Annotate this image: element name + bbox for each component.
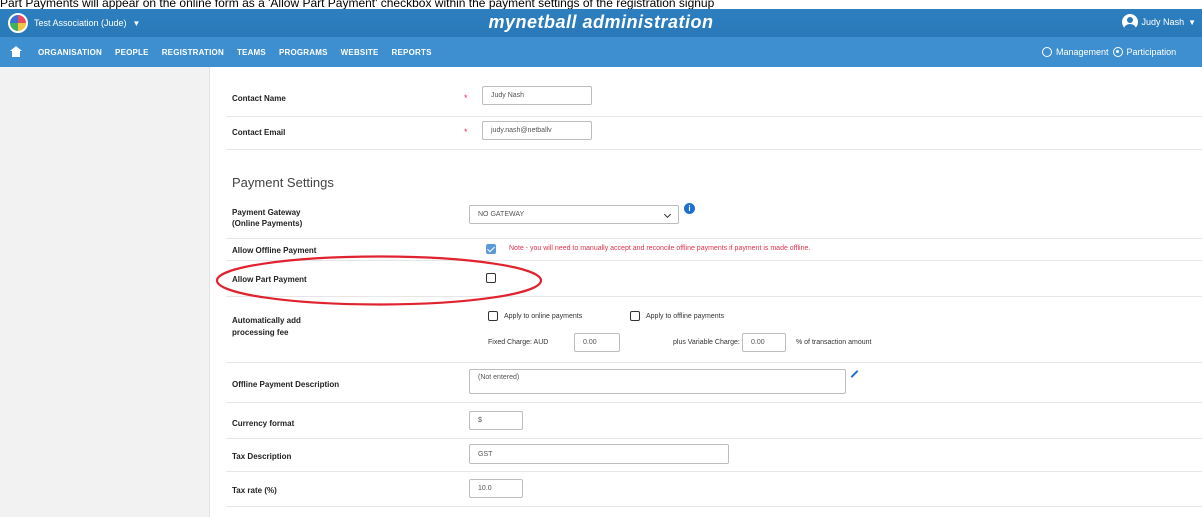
contact-name-label: Contact Name [232, 94, 286, 103]
variable-charge-label: plus Variable Charge: [673, 339, 740, 346]
registration-settings-form: Contact Name * Judy Nash Contact Email *… [216, 67, 1202, 517]
user-avatar-icon [1121, 14, 1138, 30]
allow-part-payment-row: Allow Part Payment [226, 261, 1202, 297]
tax-rate-input[interactable]: 10.0 [469, 479, 523, 498]
contact-name-row: Contact Name * Judy Nash [226, 85, 1202, 117]
tax-rate-row: Tax rate (%) 10.0 [226, 472, 1202, 507]
allow-offline-payment-label: Allow Offline Payment [232, 246, 317, 255]
pencil-icon[interactable] [850, 370, 859, 378]
nav-registration[interactable]: REGISTRATION [162, 48, 224, 57]
participation-label: Participation [1126, 47, 1177, 57]
allow-part-payment-checkbox[interactable] [486, 273, 496, 283]
left-sidebar [0, 67, 210, 517]
apply-offline-checkbox[interactable] [630, 311, 640, 321]
user-name: Judy Nash [1141, 17, 1185, 27]
app-title: mynetball administration [488, 12, 714, 32]
currency-format-row: Currency format $ [226, 403, 1202, 439]
offline-description-row: Offline Payment Description (Not entered… [226, 363, 1202, 403]
currency-format-label: Currency format [232, 419, 295, 428]
processing-fee-label: Automatically add [232, 316, 301, 325]
payment-settings-title: Payment Settings [232, 175, 334, 190]
apply-online-checkbox[interactable] [488, 311, 498, 321]
allow-offline-payment-row: Allow Offline Payment Note - you will ne… [226, 239, 1202, 261]
fixed-charge-input[interactable]: 0.00 [574, 333, 620, 352]
user-menu[interactable]: Judy Nash ▼ [1121, 14, 1196, 30]
nav-organisation[interactable]: ORGANISATION [38, 48, 102, 57]
tax-description-input[interactable]: GST [469, 444, 729, 464]
top-bar: Test Association (Jude) ▼ mynetball admi… [0, 9, 1202, 37]
info-icon[interactable]: i [684, 203, 695, 214]
contact-email-input[interactable]: judy.nash@netballv [482, 121, 592, 140]
mode-switch: Management Participation [1042, 37, 1202, 67]
processing-fee-sublabel: processing fee [232, 328, 289, 337]
payment-gateway-row: Payment Gateway (Online Payments) NO GAT… [226, 199, 1202, 239]
management-label: Management [1056, 47, 1109, 57]
processing-fee-row: Automatically add processing fee Apply t… [226, 297, 1202, 363]
participation-radio[interactable] [1112, 47, 1123, 57]
required-marker: * [464, 93, 468, 103]
currency-format-input[interactable]: $ [469, 411, 523, 430]
tax-description-label: Tax Description [232, 452, 292, 461]
apply-offline-label: Apply to offline payments [646, 313, 725, 320]
payment-gateway-sublabel: (Online Payments) [232, 219, 303, 228]
offline-payment-note: Note - you will need to manually accept … [509, 245, 811, 252]
main-navigation: ORGANISATION PEOPLE REGISTRATION TEAMS P… [0, 37, 1202, 67]
management-radio[interactable] [1042, 47, 1052, 57]
nav-teams[interactable]: TEAMS [237, 48, 266, 57]
offline-description-label: Offline Payment Description [232, 380, 340, 389]
contact-email-label: Contact Email [232, 128, 286, 137]
home-icon[interactable] [10, 46, 22, 57]
fixed-charge-label: Fixed Charge: AUD [488, 339, 549, 346]
nav-people[interactable]: PEOPLE [115, 48, 149, 57]
nav-website[interactable]: WEBSITE [341, 48, 379, 57]
payment-gateway-select[interactable]: NO GATEWAY [469, 205, 679, 224]
allow-part-payment-label: Allow Part Payment [232, 275, 307, 284]
nav-reports[interactable]: REPORTS [392, 48, 432, 57]
contact-email-row: Contact Email * judy.nash@netballv [226, 117, 1202, 150]
contact-name-input[interactable]: Judy Nash [482, 86, 592, 105]
tax-description-row: Tax Description GST [226, 439, 1202, 472]
offline-description-textarea[interactable]: (Not entered) [469, 369, 846, 394]
apply-online-label: Apply to online payments [504, 313, 583, 320]
payment-gateway-label: Payment Gateway [232, 208, 301, 217]
caption-text: Part Payments will appear on the online … [0, 0, 1202, 9]
chevron-down-icon: ▼ [1188, 17, 1196, 27]
chevron-down-icon [663, 210, 672, 219]
tax-rate-label: Tax rate (%) [232, 486, 277, 495]
required-marker: * [464, 127, 468, 137]
variable-charge-input[interactable]: 0.00 [742, 333, 786, 352]
allow-offline-payment-checkbox[interactable] [486, 244, 496, 254]
nav-programs[interactable]: PROGRAMS [279, 48, 328, 57]
percent-label: % of transaction amount [796, 339, 872, 346]
payment-gateway-value: NO GATEWAY [478, 211, 525, 218]
